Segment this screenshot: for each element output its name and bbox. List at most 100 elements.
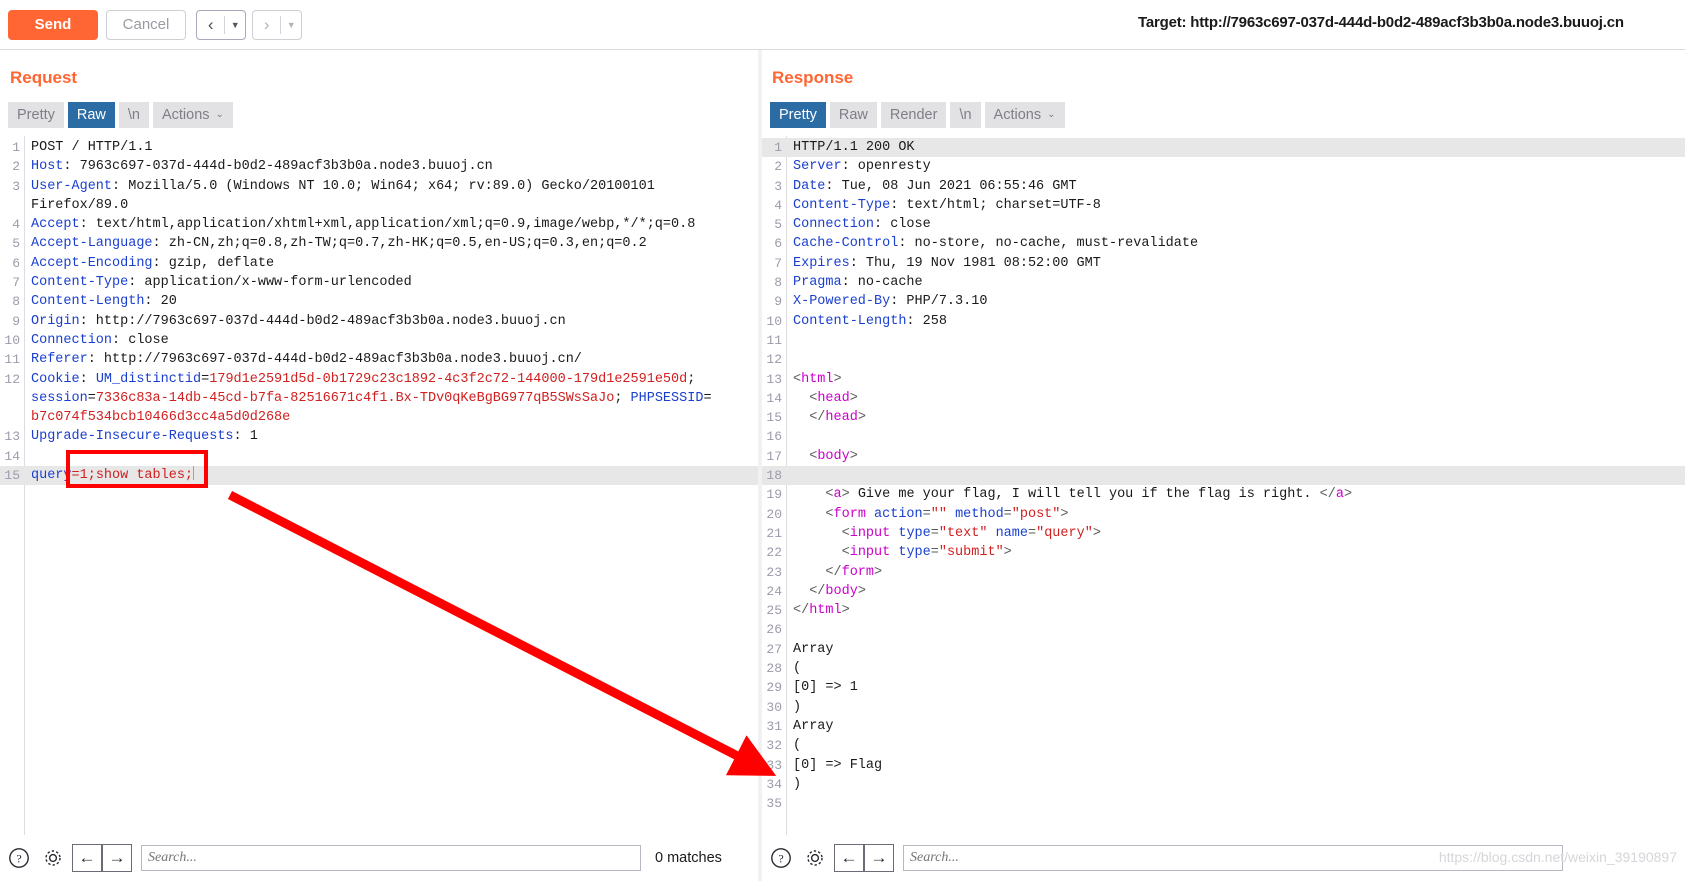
response-code-line[interactable]: 12 xyxy=(762,350,1685,369)
previous-request-button[interactable]: ‹ ▼ xyxy=(196,10,246,40)
line-number: 31 xyxy=(766,718,782,734)
response-code-line[interactable]: 5 Connection: close xyxy=(762,215,1685,234)
response-tab-n[interactable]: \n xyxy=(950,102,981,128)
response-code-line[interactable]: 1 HTTP/1.1 200 OK xyxy=(762,138,1685,158)
line-number: 14 xyxy=(4,448,20,464)
line-number: 34 xyxy=(766,776,782,792)
response-code-line[interactable]: 15 </head> xyxy=(762,408,1685,427)
response-code-line[interactable]: 4 Content-Type: text/html; charset=UTF-8 xyxy=(762,196,1685,215)
line-number: 15 xyxy=(766,410,782,426)
gear-icon[interactable] xyxy=(800,843,830,873)
request-code-line[interactable]: 11 Referer: http://7963c697-037d-444d-b0d… xyxy=(0,350,758,369)
send-button[interactable]: Send xyxy=(8,10,98,40)
request-search-input[interactable] xyxy=(141,845,641,871)
request-code-line[interactable]: b7c074f534bcb10466d3cc4a5d0d268e xyxy=(0,408,758,427)
line-text: Array xyxy=(793,718,834,734)
response-code-line[interactable]: 7 Expires: Thu, 19 Nov 1981 08:52:00 GMT xyxy=(762,254,1685,273)
response-code-line[interactable]: 14 <head> xyxy=(762,389,1685,408)
response-code-line[interactable]: 28 ( xyxy=(762,659,1685,678)
response-code-line[interactable]: 20 <form action="" method="post"> xyxy=(762,505,1685,524)
response-code-line[interactable]: 27 Array xyxy=(762,640,1685,659)
response-code-line[interactable]: 26 xyxy=(762,620,1685,639)
request-code-line[interactable]: 14 xyxy=(0,447,758,466)
request-code-line[interactable]: 6 Accept-Encoding: gzip, deflate xyxy=(0,254,758,273)
line-text: Cache-Control: no-store, no-cache, must-… xyxy=(793,236,1199,252)
line-text: <input type="submit"> xyxy=(793,545,1012,561)
chevron-down-icon[interactable]: ▼ xyxy=(281,11,301,39)
line-number: 7 xyxy=(774,255,782,271)
chevron-down-icon: ⌄ xyxy=(1047,109,1056,120)
response-code-line[interactable]: 35 xyxy=(762,794,1685,813)
response-code-line[interactable]: 25 </html> xyxy=(762,601,1685,620)
response-code-line[interactable]: 17 <body> xyxy=(762,447,1685,466)
response-code-line[interactable]: 11 xyxy=(762,331,1685,350)
response-code-line[interactable]: 22 <input type="submit"> xyxy=(762,543,1685,562)
line-text: <input type="text" name="query"> xyxy=(793,525,1101,541)
line-number: 19 xyxy=(766,487,782,503)
request-tab-raw[interactable]: Raw xyxy=(67,102,115,128)
request-tab-pretty[interactable]: Pretty xyxy=(8,102,64,128)
response-code-line[interactable]: 23 </form> xyxy=(762,563,1685,582)
response-code-line[interactable]: 2 Server: openresty xyxy=(762,157,1685,176)
response-code-line[interactable]: 30) xyxy=(762,698,1685,717)
response-code-line[interactable]: 10 Content-Length: 258 xyxy=(762,312,1685,331)
question-circle-icon[interactable]: ? xyxy=(4,843,34,873)
line-number: 29 xyxy=(766,680,782,696)
response-code-line[interactable]: 33 [0] => Flag xyxy=(762,756,1685,775)
response-code-line[interactable]: 24 </body> xyxy=(762,582,1685,601)
request-editor[interactable]: 1 POST / HTTP/1.1 2 Host: 7963c697-037d-444… xyxy=(0,136,758,835)
request-code-line[interactable]: 4 Accept: text/html,application/xhtml+xml… xyxy=(0,215,758,234)
request-code-line[interactable]: 8 Content-Length: 20 xyxy=(0,292,758,311)
request-code-line[interactable]: 2 Host: 7963c697-037d-444d-b0d2-489acf3b3… xyxy=(0,157,758,176)
request-code-line[interactable]: session=7336c83a-14db-45cd-b7fa-82516671… xyxy=(0,389,758,408)
line-number: 10 xyxy=(4,332,20,348)
response-code-line[interactable]: 34) xyxy=(762,775,1685,794)
response-tab-pretty[interactable]: Pretty xyxy=(770,102,826,128)
watermark: https://blog.csdn.net/weixin_39190897 xyxy=(1438,849,1677,865)
line-number: 12 xyxy=(766,352,782,368)
search-previous-button[interactable]: ← xyxy=(834,844,864,872)
request-code-line[interactable]: 13 Upgrade-Insecure-Requests: 1 xyxy=(0,427,758,446)
question-circle-icon[interactable]: ? xyxy=(766,843,796,873)
response-code-line[interactable]: 9 X-Powered-By: PHP/7.3.10 xyxy=(762,292,1685,311)
request-tab-actions[interactable]: Actions ⌄ xyxy=(152,102,233,128)
request-code-line[interactable]: 7 Content-Type: application/x-www-form-ur… xyxy=(0,273,758,292)
response-tab-render[interactable]: Render xyxy=(880,102,947,128)
chevron-down-icon[interactable]: ▼ xyxy=(225,11,245,39)
response-code-line[interactable]: 3 Date: Tue, 08 Jun 2021 06:55:46 GMT xyxy=(762,177,1685,196)
line-number: 35 xyxy=(766,796,782,812)
response-code-line[interactable]: 31 Array xyxy=(762,717,1685,736)
response-code-line[interactable]: 29 [0] => 1 xyxy=(762,678,1685,697)
request-code-line[interactable]: 12 Cookie: UM_distinctid=179d1e2591d5d-0b… xyxy=(0,370,758,389)
next-request-button[interactable]: › ▼ xyxy=(252,10,302,40)
tab-label: \n xyxy=(127,107,140,123)
request-code-line[interactable]: 1 POST / HTTP/1.1 xyxy=(0,138,758,157)
line-text: b7c074f534bcb10466d3cc4a5d0d268e xyxy=(31,410,291,426)
response-code-line[interactable]: 32 ( xyxy=(762,736,1685,755)
response-code-line[interactable]: 19 <a> Give me your flag, I will tell yo… xyxy=(762,485,1685,504)
request-code-line[interactable]: 9 Origin: http://7963c697-037d-444d-b0d2-… xyxy=(0,312,758,331)
request-code-line[interactable]: Firefox/89.0 xyxy=(0,196,758,215)
target-url-label: Target: http://7963c697-037d-444d-b0d2-4… xyxy=(1138,14,1624,31)
response-code-line[interactable]: 16 xyxy=(762,427,1685,446)
cancel-button[interactable]: Cancel xyxy=(106,10,186,40)
gear-icon[interactable] xyxy=(38,843,68,873)
response-editor[interactable]: 1 HTTP/1.1 200 OK 2 Server: openresty 3 Date:… xyxy=(762,136,1685,835)
search-previous-button[interactable]: ← xyxy=(72,844,102,872)
response-tab-actions[interactable]: Actions ⌄ xyxy=(984,102,1065,128)
search-next-button[interactable]: → xyxy=(864,844,894,872)
response-code-line[interactable]: 13 <html> xyxy=(762,370,1685,389)
response-code-line[interactable]: 18 xyxy=(762,466,1685,486)
request-code-line[interactable]: 3 User-Agent: Mozilla/5.0 (Windows NT 10.… xyxy=(0,177,758,196)
line-number: 7 xyxy=(12,275,20,291)
request-code-line[interactable]: 10 Connection: close xyxy=(0,331,758,350)
request-code-line[interactable]: 5 Accept-Language: zh-CN,zh;q=0.8,zh-TW;q… xyxy=(0,234,758,253)
line-number: 13 xyxy=(766,371,782,387)
response-code-line[interactable]: 21 <input type="text" name="query"> xyxy=(762,524,1685,543)
response-code-line[interactable]: 6 Cache-Control: no-store, no-cache, must… xyxy=(762,234,1685,253)
search-next-button[interactable]: → xyxy=(102,844,132,872)
response-tab-raw[interactable]: Raw xyxy=(829,102,877,128)
response-code-line[interactable]: 8 Pragma: no-cache xyxy=(762,273,1685,292)
request-tab-n[interactable]: \n xyxy=(118,102,149,128)
request-code-line[interactable]: 15 query=1;show tables; xyxy=(0,466,758,486)
